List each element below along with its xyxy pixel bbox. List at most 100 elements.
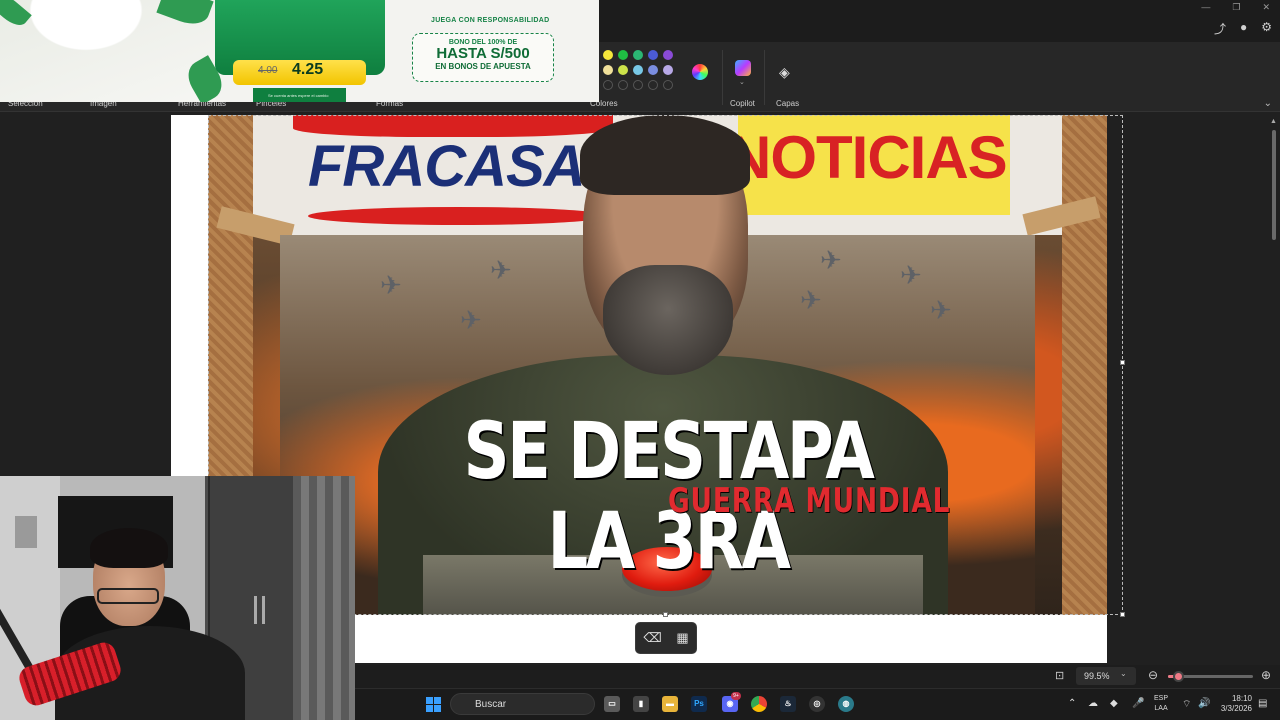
scroll-up-icon[interactable]: ▲	[1270, 118, 1277, 125]
thumbnail-subheadline: GUERRA MUNDIAL	[668, 481, 951, 521]
fighter-jet-icon: ✈	[930, 295, 952, 325]
account-icon[interactable]: ●	[1240, 20, 1247, 37]
remove-background-icon[interactable]: ⌫	[643, 630, 661, 646]
ribbon-label-layers[interactable]: Capas	[776, 99, 799, 108]
palette-color-swatch[interactable]	[663, 50, 673, 60]
tray-app-icon[interactable]: ◆	[1110, 698, 1118, 709]
close-icon[interactable]: ✕	[1262, 2, 1270, 13]
streamer-glasses	[97, 588, 159, 604]
palette-color-swatch[interactable]	[603, 50, 613, 60]
ribbon-separator	[764, 50, 765, 105]
ad-responsibility-text: JUEGA CON RESPONSABILIDAD	[431, 17, 550, 24]
palette-color-swatch[interactable]	[633, 50, 643, 60]
palette-color-swatch[interactable]	[618, 65, 628, 75]
zoom-out-icon[interactable]: ⊖	[1148, 668, 1158, 682]
language-code: ESP	[1154, 695, 1169, 702]
leaf-shape	[0, 0, 32, 31]
task-view-icon[interactable]: ▭	[604, 696, 620, 712]
resize-handle[interactable]	[663, 612, 668, 617]
thumbnail-title-right: NOTICIAS	[728, 124, 1008, 191]
color-palette	[603, 50, 683, 95]
color-wheel-icon[interactable]	[692, 64, 708, 80]
search-placeholder: Buscar	[475, 699, 507, 710]
photoshop-icon[interactable]: Ps	[691, 696, 707, 712]
palette-color-swatch[interactable]	[603, 65, 613, 75]
tray-overflow-icon[interactable]: ⌃	[1068, 698, 1076, 709]
custom-color-slot[interactable]	[663, 80, 673, 90]
restore-icon[interactable]: ❐	[1232, 2, 1240, 13]
ribbon-collapse-chevron-icon[interactable]: ⌄	[1264, 98, 1272, 109]
paint-app-window: — ❐ ✕ ⤴ ● ⚙ ⌄ ◈ Selección Imagen Herrami…	[0, 0, 1280, 720]
corkboard-right	[1062, 115, 1107, 615]
fighter-jet-icon: ✈	[800, 285, 822, 315]
palette-color-swatch[interactable]	[648, 65, 658, 75]
obs-icon[interactable]: ◎	[809, 696, 825, 712]
language-indicator[interactable]: ESP LAA	[1154, 694, 1168, 714]
chrome-icon[interactable]	[751, 696, 767, 712]
custom-color-slot[interactable]	[648, 80, 658, 90]
minimize-icon[interactable]: —	[1201, 2, 1210, 13]
zoom-in-icon[interactable]: ⊕	[1261, 668, 1271, 682]
mic-arm	[0, 608, 35, 674]
zoom-level: 99.5%	[1084, 671, 1110, 681]
fighter-jet-icon: ✈	[820, 245, 842, 275]
ad-odds-new: 4.25	[292, 61, 324, 78]
custom-color-slot[interactable]	[618, 80, 628, 90]
file-explorer-icon[interactable]: ▬	[662, 696, 678, 712]
ribbon-separator	[722, 50, 723, 105]
thumbnail-title-left: FRACASAD	[308, 134, 626, 199]
zoom-chevron-down-icon[interactable]: ⌄	[1120, 669, 1127, 678]
cabinet-handle	[262, 596, 265, 624]
fighter-jet-icon: ✈	[380, 270, 402, 300]
palette-color-swatch[interactable]	[618, 50, 628, 60]
steam-icon[interactable]: ♨	[780, 696, 796, 712]
floating-selection-toolbar: ⌫ ▦	[635, 622, 697, 654]
tray-network-icon[interactable]: ☁	[1088, 698, 1098, 709]
vertical-scrollbar[interactable]	[1272, 130, 1276, 240]
clock-date: 3/3/2026	[1220, 704, 1252, 713]
app-globe-icon[interactable]: ◍	[838, 696, 854, 712]
webcam-overlay	[0, 476, 355, 720]
palette-color-swatch[interactable]	[648, 50, 658, 60]
volume-icon[interactable]: 🔊	[1198, 698, 1210, 709]
chevron-down-icon[interactable]: ⌄	[739, 78, 745, 86]
custom-color-slot[interactable]	[603, 80, 613, 90]
ad-bonus-line2: HASTA S/500	[436, 45, 530, 62]
ad-bonus-line3: EN BONOS DE APUESTA	[435, 62, 531, 71]
generative-erase-icon[interactable]: ▦	[676, 630, 688, 646]
media-player-icon[interactable]: ▮	[633, 696, 649, 712]
taskbar-search-box[interactable]: Buscar	[450, 693, 595, 715]
streamer-hair	[90, 528, 168, 568]
palette-color-swatch[interactable]	[663, 65, 673, 75]
custom-color-slot[interactable]	[633, 80, 643, 90]
discord-badge: 9+	[731, 692, 741, 700]
fit-to-window-icon[interactable]: ⊡	[1055, 669, 1064, 682]
ad-leaf-background	[0, 0, 228, 102]
fighter-jet-icon: ✈	[460, 305, 482, 335]
fighter-jet-icon: ✈	[490, 255, 512, 285]
tray-mic-icon[interactable]: 🎤	[1132, 698, 1144, 709]
resize-handle[interactable]	[1120, 612, 1125, 617]
ad-bonus-box: BONO DEL 100% DE HASTA S/500 EN BONOS DE…	[412, 33, 554, 82]
ad-fine-print: Se cuenta antes espere el cambio	[268, 93, 329, 98]
window-controls: — ❐ ✕	[1201, 2, 1270, 13]
palette-color-swatch[interactable]	[633, 65, 643, 75]
man-hair	[580, 115, 750, 195]
notification-icon[interactable]: ▤	[1258, 698, 1267, 709]
resize-handle[interactable]	[1120, 360, 1125, 365]
clock-time: 18:10	[1231, 694, 1252, 703]
wall-switch	[15, 516, 37, 548]
keyboard-layout: LAA	[1154, 705, 1168, 712]
gear-icon[interactable]: ⚙	[1261, 20, 1272, 37]
wifi-icon[interactable]: ⌔	[1182, 698, 1191, 711]
share-icon[interactable]: ⤴	[1214, 20, 1226, 37]
ribbon-label-copilot[interactable]: Copilot	[730, 99, 755, 108]
top-right-toolbar: ⤴ ● ⚙	[1214, 20, 1272, 37]
copilot-icon[interactable]	[735, 60, 751, 76]
zoom-level-box[interactable]: 99.5%	[1076, 667, 1136, 685]
layers-icon[interactable]: ◈	[779, 64, 790, 81]
system-clock[interactable]: 18:10 3/3/2026	[1218, 694, 1252, 714]
windows-start-icon[interactable]	[426, 697, 441, 712]
betting-ad-overlay[interactable]: 4.00 4.25 Se cuenta antes espere el camb…	[0, 0, 599, 102]
ad-odds-old: 4.00	[258, 65, 278, 76]
